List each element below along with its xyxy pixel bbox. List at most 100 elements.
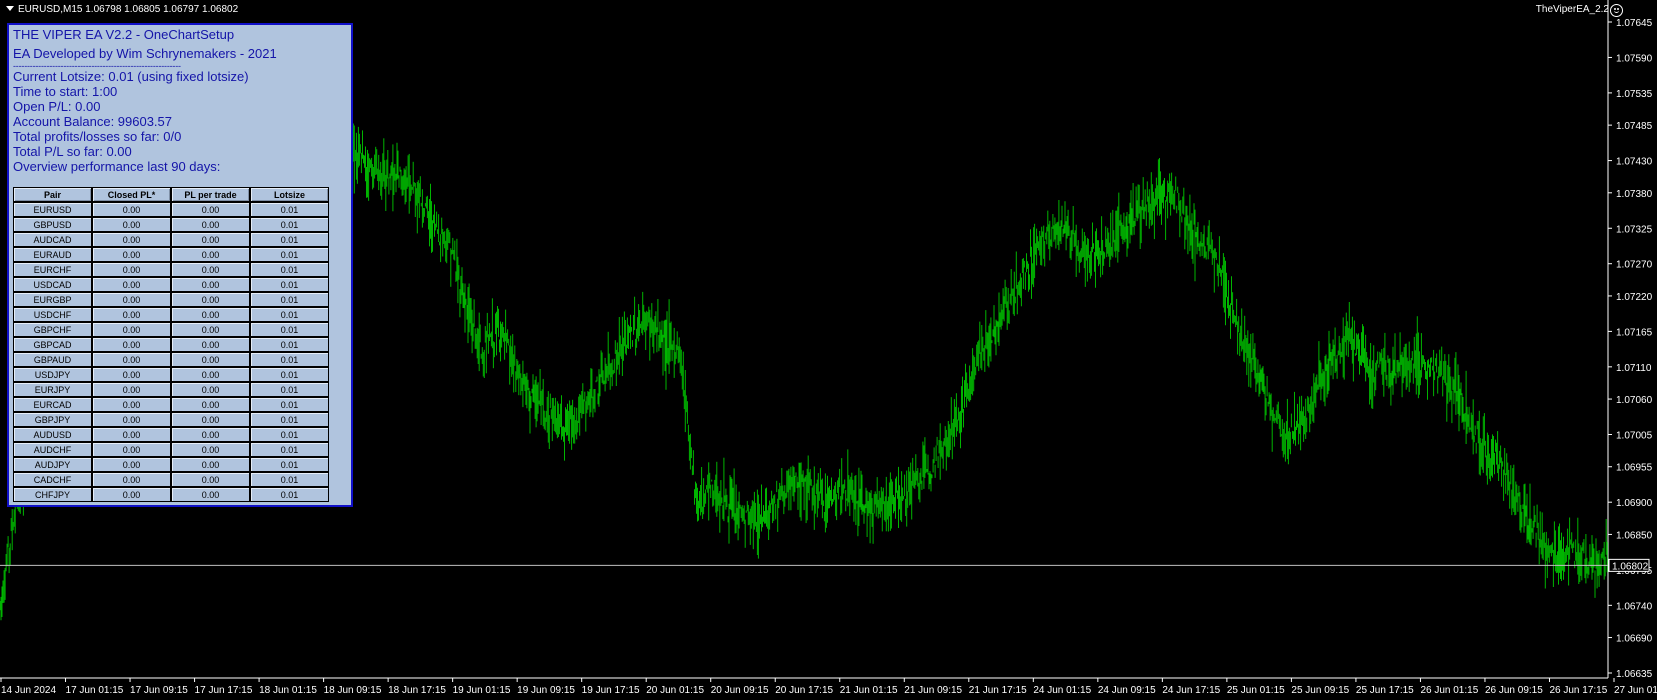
table-row: GBPCHF 0.00 0.00 0.01	[13, 322, 329, 337]
y-tick-label: 1.07270	[1616, 260, 1653, 271]
table-cell: 0.01	[250, 247, 329, 262]
table-cell: 0.00	[92, 472, 171, 487]
table-cell: 0.01	[250, 367, 329, 382]
y-tick-label: 1.07165	[1616, 327, 1653, 338]
table-row: EURGBP 0.00 0.00 0.01	[13, 292, 329, 307]
table-cell: 0.00	[171, 472, 250, 487]
table-row: EURAUD 0.00 0.00 0.01	[13, 247, 329, 262]
performance-table: Pair Closed PL* PL per trade Lotsize EURUSD…	[13, 187, 329, 502]
x-tick-label: 26 Jun 01:15	[1420, 685, 1478, 696]
table-row: GBPUSD 0.00 0.00 0.01	[13, 217, 329, 232]
x-tick-label: 19 Jun 09:15	[517, 685, 575, 696]
ea-label[interactable]: TheViperEA_2.2	[1536, 4, 1609, 15]
table-cell: 0.00	[92, 232, 171, 247]
table-cell: 0.01	[250, 232, 329, 247]
table-cell: 0.00	[92, 202, 171, 217]
table-cell: EURCAD	[13, 397, 92, 412]
x-tick-label: 19 Jun 17:15	[582, 685, 640, 696]
y-tick-label: 1.07220	[1616, 292, 1653, 303]
y-tick-label: 1.06900	[1616, 498, 1653, 509]
symbol-header: EURUSD,M15 1.06798 1.06805 1.06797 1.068…	[6, 4, 238, 15]
table-row: USDCHF 0.00 0.00 0.01	[13, 307, 329, 322]
table-cell: GBPJPY	[13, 412, 92, 427]
y-tick-label: 1.06690	[1616, 634, 1653, 645]
table-cell: 0.01	[250, 292, 329, 307]
table-cell: 0.00	[171, 292, 250, 307]
table-cell: AUDCAD	[13, 232, 92, 247]
table-cell: 0.00	[171, 337, 250, 352]
smiley-icon[interactable]	[1610, 4, 1623, 17]
table-cell: 0.00	[171, 382, 250, 397]
x-tick-label: 25 Jun 09:15	[1291, 685, 1349, 696]
table-cell: 0.00	[171, 277, 250, 292]
table-cell: GBPCAD	[13, 337, 92, 352]
y-tick-label: 1.07110	[1616, 363, 1652, 374]
table-cell: 0.00	[171, 457, 250, 472]
table-cell: 0.00	[171, 487, 250, 502]
y-tick-label: 1.06850	[1616, 530, 1653, 541]
table-cell: EURCHF	[13, 262, 92, 277]
x-tick-label: 24 Jun 01:15	[1033, 685, 1091, 696]
balance-text: Account Balance: 99603.57	[13, 114, 173, 129]
table-cell: 0.01	[250, 382, 329, 397]
table-cell: 0.00	[171, 202, 250, 217]
table-cell: 0.01	[250, 352, 329, 367]
table-cell: EURUSD	[13, 202, 92, 217]
y-tick-label: 1.06955	[1616, 463, 1653, 474]
x-tick-label: 18 Jun 01:15	[259, 685, 317, 696]
x-tick-label: 19 Jun 01:15	[453, 685, 511, 696]
table-cell: 0.00	[171, 397, 250, 412]
y-tick-label: 1.06635	[1616, 669, 1653, 680]
panel-developer: EA Developed by Wim Schrynemakers - 2021	[13, 46, 277, 61]
table-header-cell: PL per trade	[171, 187, 250, 202]
lotsize-text: Current Lotsize: 0.01 (using fixed lotsi…	[13, 69, 249, 84]
table-cell: 0.01	[250, 217, 329, 232]
x-tick-label: 27 Jun 01:15	[1614, 685, 1657, 696]
table-cell: USDCAD	[13, 277, 92, 292]
table-header-row: Pair Closed PL* PL per trade Lotsize	[13, 187, 329, 202]
x-tick-label: 24 Jun 17:15	[1162, 685, 1220, 696]
table-row: GBPCAD 0.00 0.00 0.01	[13, 337, 329, 352]
table-cell: 0.00	[171, 217, 250, 232]
y-tick-label: 1.07380	[1616, 189, 1653, 200]
table-cell: 0.00	[171, 307, 250, 322]
x-tick-label: 25 Jun 01:15	[1227, 685, 1285, 696]
table-row: USDJPY 0.00 0.00 0.01	[13, 367, 329, 382]
table-row: EURCAD 0.00 0.00 0.01	[13, 397, 329, 412]
table-header-cell: Pair	[13, 187, 92, 202]
table-cell: 0.01	[250, 262, 329, 277]
dropdown-triangle-icon[interactable]	[6, 6, 14, 11]
table-row: EURJPY 0.00 0.00 0.01	[13, 382, 329, 397]
table-cell: 0.00	[92, 457, 171, 472]
table-row: AUDUSD 0.00 0.00 0.01	[13, 427, 329, 442]
table-cell: 0.00	[92, 487, 171, 502]
y-tick-label: 1.07590	[1616, 53, 1653, 64]
y-tick-label: 1.07060	[1616, 395, 1653, 406]
table-cell: CHFJPY	[13, 487, 92, 502]
table-row: AUDCAD 0.00 0.00 0.01	[13, 232, 329, 247]
y-tick-label: 1.07485	[1616, 121, 1653, 132]
table-cell: 0.00	[92, 217, 171, 232]
x-tick-label: 21 Jun 09:15	[904, 685, 962, 696]
table-cell: 0.00	[171, 232, 250, 247]
table-row: EURUSD 0.00 0.00 0.01	[13, 202, 329, 217]
x-tick-label: 18 Jun 09:15	[324, 685, 382, 696]
y-tick-label: 1.07645	[1616, 18, 1653, 29]
table-header-cell: Closed PL*	[92, 187, 171, 202]
table-cell: 0.00	[171, 427, 250, 442]
table-cell: 0.00	[92, 292, 171, 307]
total-pl-text: Total P/L so far: 0.00	[13, 144, 132, 159]
table-row: USDCAD 0.00 0.00 0.01	[13, 277, 329, 292]
table-row: GBPJPY 0.00 0.00 0.01	[13, 412, 329, 427]
y-tick-label: 1.06740	[1616, 601, 1653, 612]
x-tick-label: 20 Jun 09:15	[711, 685, 769, 696]
x-tick-label: 21 Jun 17:15	[969, 685, 1027, 696]
x-tick-label: 26 Jun 09:15	[1485, 685, 1543, 696]
y-tick-label: 1.07430	[1616, 157, 1653, 168]
x-tick-label: 17 Jun 01:15	[66, 685, 124, 696]
table-cell: 0.00	[92, 247, 171, 262]
panel-title: THE VIPER EA V2.2 - OneChartSetup	[13, 27, 235, 42]
open-pl-text: Open P/L: 0.00	[13, 99, 101, 114]
table-cell: GBPAUD	[13, 352, 92, 367]
table-cell: 0.00	[171, 442, 250, 457]
